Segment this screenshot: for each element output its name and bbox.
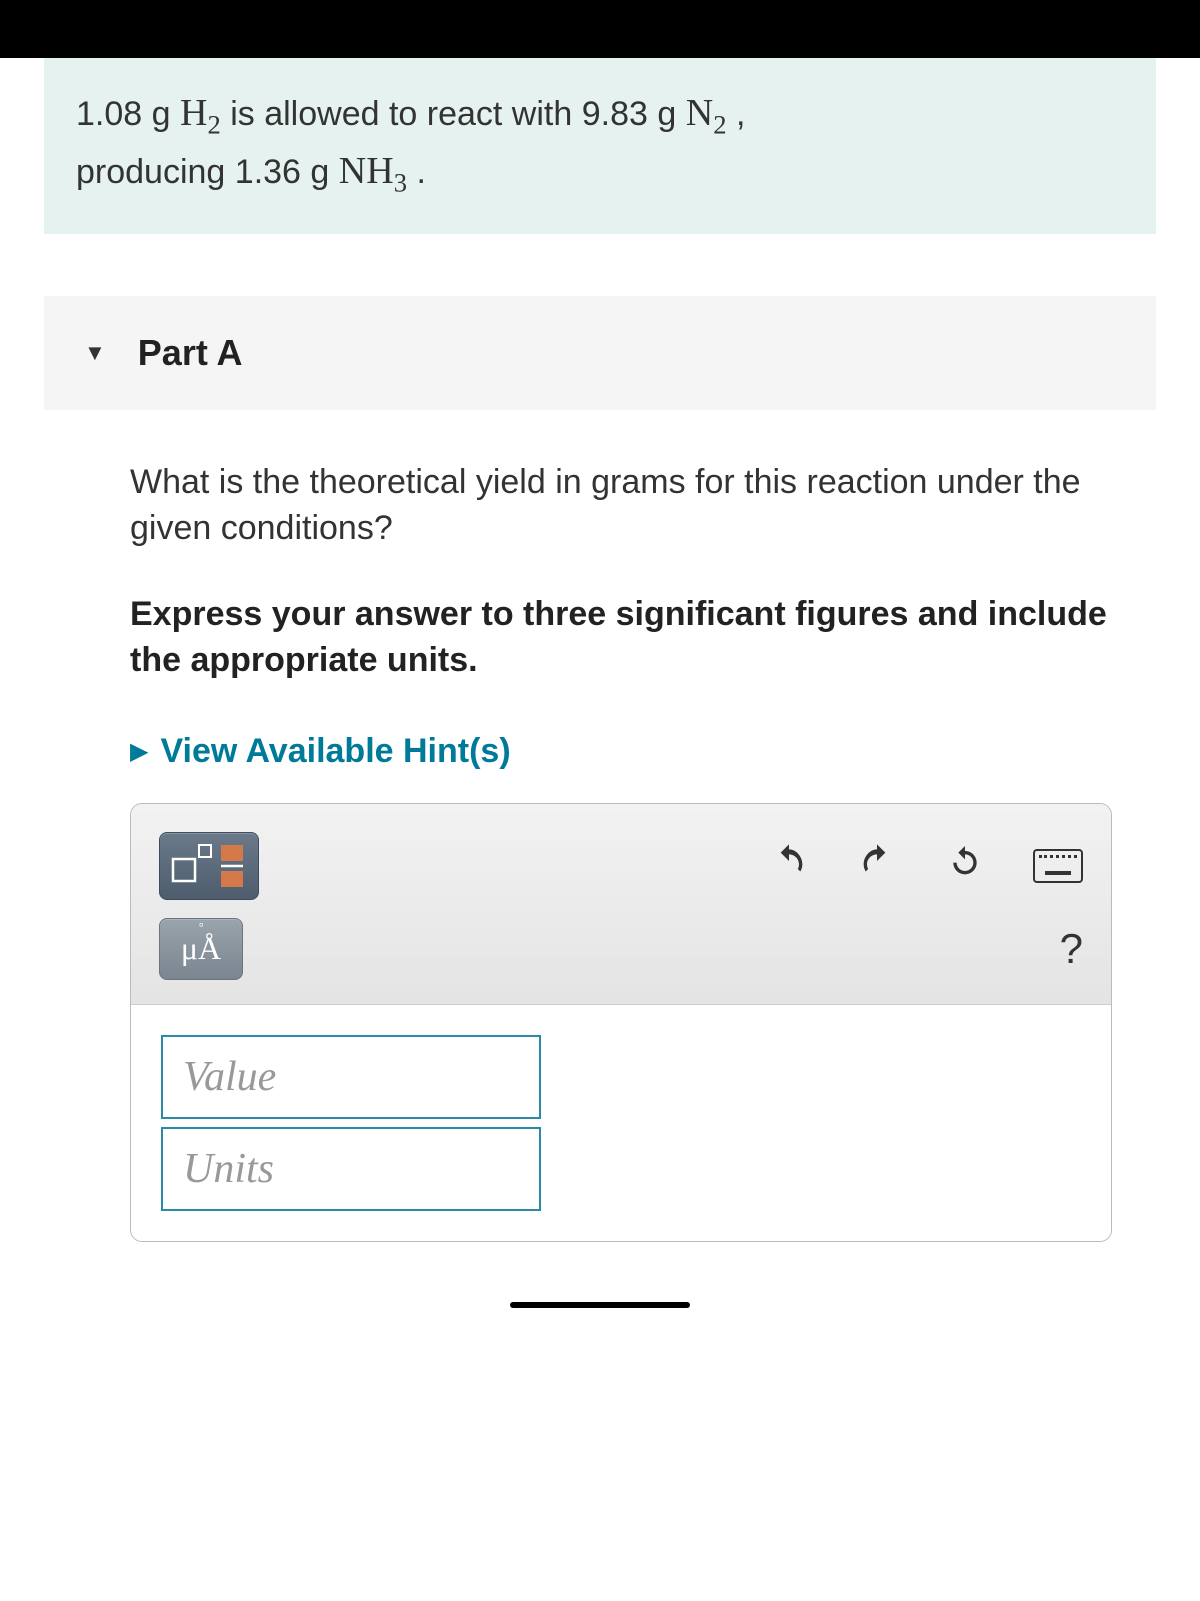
redo-button[interactable] bbox=[857, 841, 897, 891]
mass-h2: 1.08 bbox=[76, 95, 142, 133]
hints-label: View Available Hint(s) bbox=[160, 732, 510, 771]
part-a-header[interactable]: ▼ Part A bbox=[44, 296, 1156, 410]
units-symbols-button[interactable]: μÅ° bbox=[159, 918, 243, 980]
templates-icon bbox=[169, 841, 249, 891]
mass-nh3: 1.36 bbox=[235, 153, 301, 191]
formula-n2: N2 bbox=[686, 92, 727, 134]
units-input[interactable]: Units bbox=[161, 1127, 541, 1211]
reset-button[interactable] bbox=[945, 841, 985, 891]
redo-icon bbox=[857, 841, 897, 881]
undo-button[interactable] bbox=[769, 841, 809, 891]
value-placeholder: Value bbox=[183, 1053, 276, 1101]
answer-toolbar: μÅ° ? bbox=[131, 804, 1111, 1005]
view-hints-link[interactable]: ▶ View Available Hint(s) bbox=[130, 732, 1156, 771]
home-indicator bbox=[510, 1302, 690, 1308]
help-button[interactable]: ? bbox=[1060, 925, 1083, 973]
instruction-text: Express your answer to three significant… bbox=[130, 592, 1156, 684]
formula-nh3: NH3 bbox=[339, 150, 407, 192]
question-body: What is the theoretical yield in grams f… bbox=[130, 460, 1156, 1242]
formula-h2: H2 bbox=[180, 92, 221, 134]
reset-icon bbox=[945, 841, 985, 881]
answer-panel: μÅ° ? Value Units bbox=[130, 803, 1112, 1242]
input-area: Value Units bbox=[131, 1005, 1111, 1241]
device-status-bar bbox=[0, 0, 1200, 58]
undo-icon bbox=[769, 841, 809, 881]
unit-h2: g bbox=[152, 95, 171, 133]
part-label: Part A bbox=[138, 332, 243, 374]
caret-down-icon: ▼ bbox=[84, 340, 106, 366]
units-placeholder: Units bbox=[183, 1145, 274, 1193]
question-text: What is the theoretical yield in grams f… bbox=[130, 460, 1156, 552]
unit-nh3: g bbox=[310, 153, 329, 191]
problem-statement: 1.08 g H2 is allowed to react with 9.83 … bbox=[44, 58, 1156, 234]
units-symbols-label: μÅ° bbox=[181, 930, 221, 967]
unit-n2: g bbox=[657, 95, 676, 133]
triangle-right-icon: ▶ bbox=[130, 737, 148, 766]
mass-n2: 9.83 bbox=[582, 95, 648, 133]
keyboard-button[interactable] bbox=[1033, 849, 1083, 883]
value-input[interactable]: Value bbox=[161, 1035, 541, 1119]
templates-button[interactable] bbox=[159, 832, 259, 900]
